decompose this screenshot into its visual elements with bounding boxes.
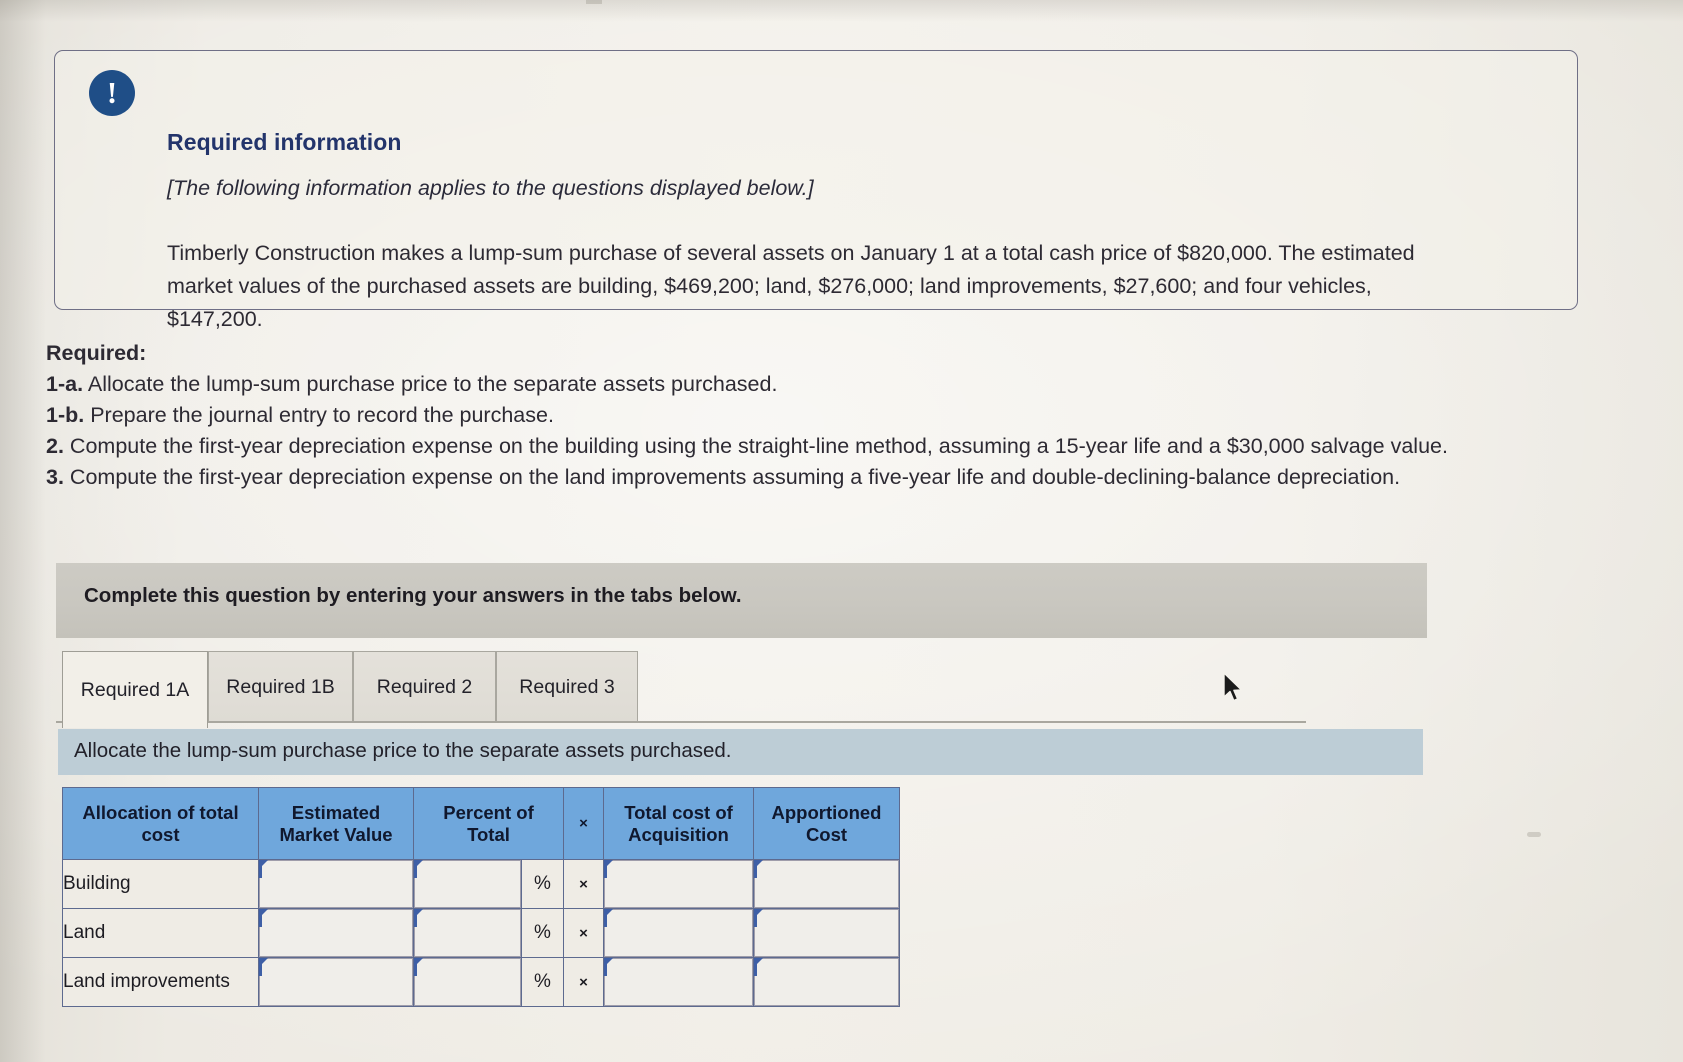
tab-required-3[interactable]: Required 3 (496, 651, 638, 722)
required-item-1b-text: Prepare the journal entry to record the … (90, 403, 554, 427)
th-estimated-market-value: Estimated Market Value (258, 787, 414, 860)
th-multiply-symbol-text: × (579, 814, 588, 832)
required-item-3: 3. Compute the first-year depreciation e… (46, 462, 1496, 493)
input-land-improvements-estimated-market-value[interactable] (259, 958, 413, 1006)
cell-land-improvements-estimated-market-value[interactable] (258, 957, 414, 1007)
multiply-symbol-building: × (563, 859, 604, 909)
th-allocation-of-total-cost-l2: cost (141, 823, 180, 845)
row-label-building: Building (62, 859, 259, 909)
cell-land-improvements-percent-of-total[interactable] (413, 957, 522, 1007)
th-estimated-market-value-l1: Estimated (291, 801, 381, 823)
cell-building-percent-of-total[interactable] (413, 859, 522, 909)
input-land-improvements-total-cost-of-acquisition[interactable] (604, 958, 753, 1006)
th-multiply-symbol: × (563, 787, 604, 860)
table-row: Land % × (62, 908, 900, 958)
tab-required-2-label: Required 2 (376, 675, 473, 698)
cell-land-total-cost-of-acquisition[interactable] (603, 908, 754, 958)
input-land-total-cost-of-acquisition[interactable] (604, 909, 753, 957)
required-item-1a-text: Allocate the lump-sum purchase price to … (87, 372, 778, 396)
cell-building-apportioned-cost[interactable] (753, 859, 900, 909)
allocation-table: Allocation of total cost Estimated Marke… (62, 787, 900, 1007)
th-apportioned-cost-l2: Cost (805, 823, 848, 845)
tab-required-1b-label: Required 1B (226, 675, 335, 698)
required-heading: Required: (46, 341, 147, 365)
percent-symbol-land: % (521, 908, 564, 958)
page-title: Required information (167, 129, 402, 155)
required-item-2: 2. Compute the first-year depreciation e… (46, 431, 1496, 462)
mouse-pointer-icon (1223, 672, 1243, 702)
edge-mark (1527, 832, 1541, 837)
tab-required-3-label: Required 3 (519, 675, 615, 698)
percent-symbol-land-improvements: % (521, 957, 564, 1007)
cell-land-apportioned-cost[interactable] (753, 908, 900, 958)
allocation-table-header: Allocation of total cost Estimated Marke… (62, 787, 900, 860)
row-label-land-improvements: Land improvements (62, 957, 259, 1007)
th-percent-of-total-l1: Percent of Total (443, 801, 534, 845)
tab-required-2[interactable]: Required 2 (353, 651, 496, 722)
info-subtitle: [The following information applies to th… (167, 176, 814, 200)
table-row: Land improvements % × (62, 957, 900, 1007)
required-information-card: ! Required information [The following in… (54, 50, 1578, 331)
required-item-1b: 1-b. Prepare the journal entry to record… (46, 400, 1496, 431)
th-total-cost-of-acquisition: Total cost of Acquisition (603, 787, 754, 860)
row-label-land: Land (62, 908, 259, 958)
th-percent-of-total: Percent of Total (413, 787, 564, 860)
cell-land-percent-of-total[interactable] (413, 908, 522, 958)
required-item-1b-label: 1-b. (46, 403, 85, 427)
required-item-2-text: Compute the first-year depreciation expe… (69, 434, 1448, 458)
cell-building-estimated-market-value[interactable] (258, 859, 414, 909)
edge-mark-top (586, 0, 602, 4)
required-item-1a-label: 1-a. (46, 372, 84, 396)
complete-question-banner: Complete this question by entering your … (56, 563, 1427, 638)
required-item-2-label: 2. (46, 434, 64, 458)
th-allocation-of-total-cost-l1: Allocation of total (82, 801, 239, 823)
required-list: Required: 1-a. Allocate the lump-sum pur… (46, 338, 1496, 493)
th-allocation-of-total-cost: Allocation of total cost (62, 787, 259, 860)
table-row: Building % × (62, 859, 900, 909)
cell-land-improvements-total-cost-of-acquisition[interactable] (603, 957, 754, 1007)
required-item-3-label: 3. (46, 465, 64, 489)
input-building-estimated-market-value[interactable] (259, 860, 413, 908)
page-shadow-top (0, 0, 1683, 22)
th-estimated-market-value-l2: Market Value (279, 823, 393, 845)
th-total-cost-of-acquisition-l1: Total cost of (624, 801, 733, 823)
instruction-bar: Allocate the lump-sum purchase price to … (58, 729, 1423, 775)
table-header-row: Allocation of total cost Estimated Marke… (62, 787, 900, 860)
tab-bar-underline (56, 721, 1306, 723)
input-land-improvements-percent-of-total[interactable] (414, 958, 521, 1006)
multiply-symbol-land: × (563, 908, 604, 958)
instruction-bar-text: Allocate the lump-sum purchase price to … (74, 739, 732, 762)
input-land-percent-of-total[interactable] (414, 909, 521, 957)
complete-question-banner-text: Complete this question by entering your … (84, 584, 742, 607)
cell-building-total-cost-of-acquisition[interactable] (603, 859, 754, 909)
tab-required-1b[interactable]: Required 1B (208, 651, 353, 722)
percent-symbol-building: % (521, 859, 564, 909)
th-apportioned-cost-l1: Apportioned (771, 801, 882, 823)
info-body-text: Timberly Construction makes a lump-sum p… (167, 241, 1415, 331)
required-item-1a: 1-a. Allocate the lump-sum purchase pric… (46, 369, 1496, 400)
input-land-improvements-apportioned-cost[interactable] (754, 958, 899, 1006)
tab-required-1a[interactable]: Required 1A (62, 651, 208, 728)
page-shadow-left (0, 0, 46, 1062)
required-item-3-text: Compute the first-year depreciation expe… (69, 465, 1401, 489)
th-apportioned-cost: Apportioned Cost (753, 787, 900, 860)
input-land-apportioned-cost[interactable] (754, 909, 899, 957)
th-total-cost-of-acquisition-l2: Acquisition (628, 823, 729, 845)
input-building-apportioned-cost[interactable] (754, 860, 899, 908)
input-building-percent-of-total[interactable] (414, 860, 521, 908)
multiply-symbol-land-improvements: × (563, 957, 604, 1007)
input-land-estimated-market-value[interactable] (259, 909, 413, 957)
tab-required-1a-label: Required 1A (80, 678, 190, 701)
allocation-table-body: Building % × Land % × Land improvements … (62, 859, 900, 1007)
input-building-total-cost-of-acquisition[interactable] (604, 860, 753, 908)
cell-land-estimated-market-value[interactable] (258, 908, 414, 958)
exclamation-icon: ! (89, 70, 135, 116)
cell-land-improvements-apportioned-cost[interactable] (753, 957, 900, 1007)
